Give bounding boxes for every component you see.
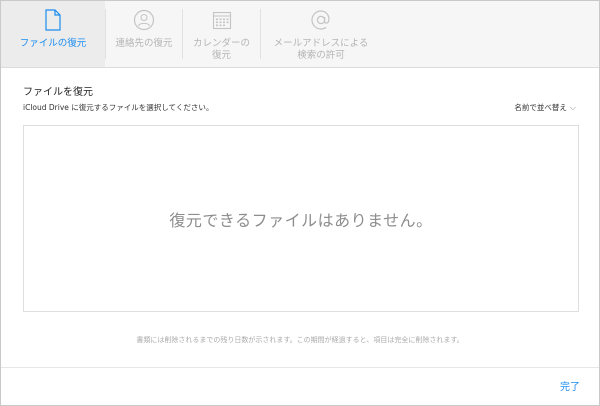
document-icon (44, 8, 62, 32)
tab-label: メールアドレスによる 検索の許可 (273, 38, 369, 61)
footnote: 書類には削除されるまでの残り日数が示されます。この期間が経過すると、項目は完全に… (136, 336, 464, 344)
restore-dialog: ファイルの復元 連絡先の復元 カレンダーの 復元 メールアドレスによる 検索の許… (0, 0, 600, 406)
empty-state-message: 復元できるファイルはありません。 (169, 210, 433, 230)
file-list: 復元できるファイルはありません。 (23, 125, 579, 312)
tab-restore-contacts[interactable]: 連絡先の復元 (106, 1, 182, 67)
tab-bar: ファイルの復元 連絡先の復元 カレンダーの 復元 メールアドレスによる 検索の許… (1, 1, 599, 68)
section-title: ファイルを復元 (23, 87, 93, 98)
tab-email-lookup-permission[interactable]: メールアドレスによる 検索の許可 (261, 1, 381, 67)
tab-label: カレンダーの 復元 (192, 38, 250, 61)
tab-label: ファイルの復元 (19, 38, 87, 49)
tab-restore-files[interactable]: ファイルの復元 (1, 1, 105, 67)
footer-divider (1, 367, 599, 368)
sort-by-name-dropdown[interactable]: 名前で並べ替え ⌵ (514, 102, 576, 113)
done-button[interactable]: 完了 (560, 378, 580, 393)
contacts-icon (133, 8, 155, 32)
section-description: iCloud Drive に復元するファイルを選択してください。 (23, 103, 214, 112)
tab-label: 連絡先の復元 (115, 38, 173, 49)
tab-restore-calendars[interactable]: カレンダーの 復元 (183, 1, 260, 67)
chevron-down-icon: ⌵ (569, 102, 576, 112)
sort-label: 名前で並べ替え (514, 103, 567, 112)
calendar-icon (212, 8, 232, 32)
at-sign-icon (310, 8, 332, 32)
